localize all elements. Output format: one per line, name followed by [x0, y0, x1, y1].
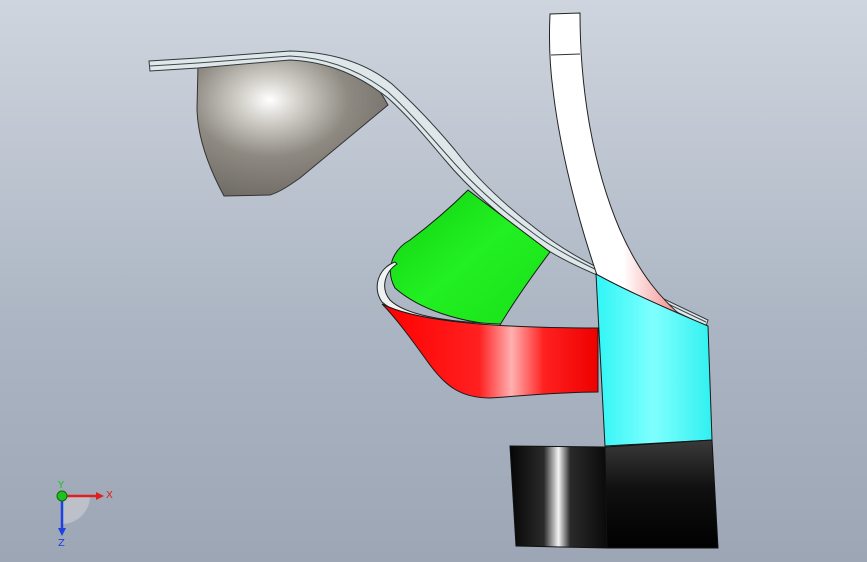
black-hub-left — [509, 445, 608, 549]
graphics-viewport[interactable]: X Y Z — [0, 0, 867, 562]
pink-vane — [548, 12, 685, 319]
y-axis-label: Y — [57, 480, 65, 491]
triad-quadrant — [62, 496, 90, 524]
x-axis-head — [96, 492, 104, 500]
black-hub-right — [604, 439, 719, 549]
x-axis-label: X — [106, 490, 113, 501]
z-axis-label: Z — [58, 538, 65, 548]
axis-triad: X Y Z — [56, 480, 113, 548]
z-axis-head — [58, 528, 66, 536]
green-blade — [390, 189, 551, 326]
impeller-model[interactable] — [0, 0, 867, 562]
y-axis-dot — [56, 490, 68, 502]
